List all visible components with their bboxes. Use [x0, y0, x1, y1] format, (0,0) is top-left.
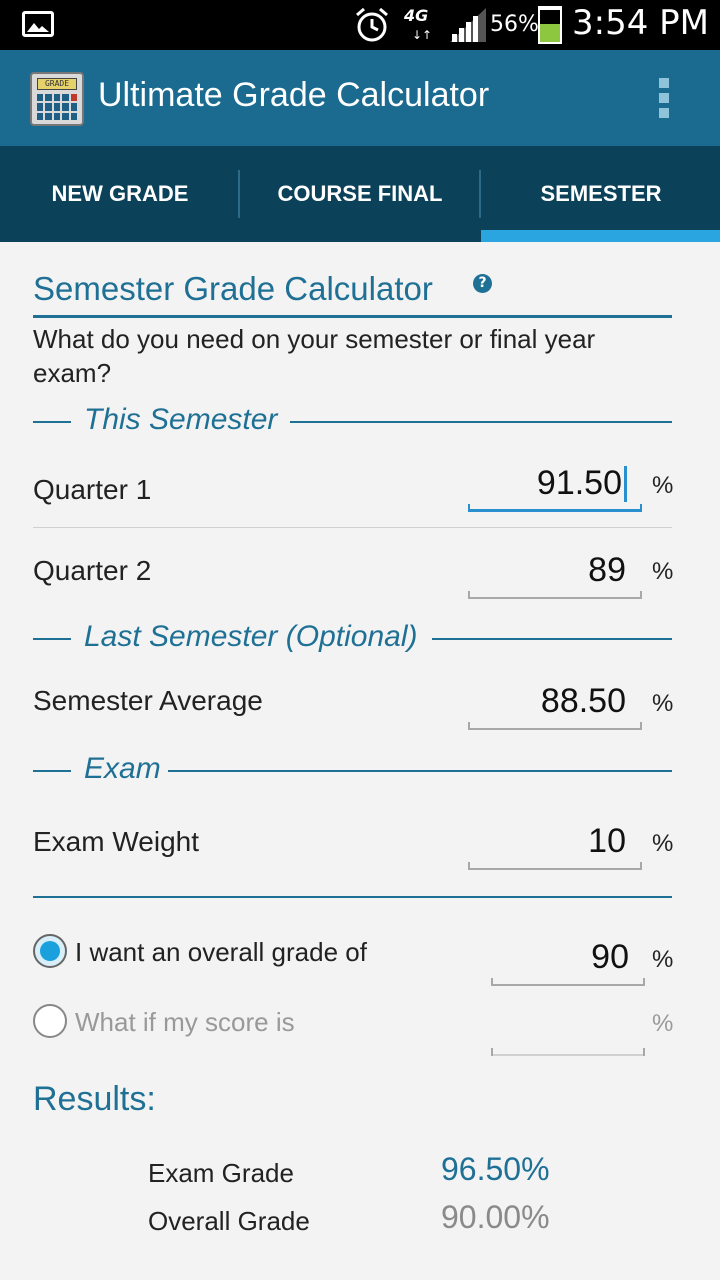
- network-type-label: 4G: [404, 6, 429, 25]
- tab-new-grade[interactable]: NEW GRADE: [0, 146, 240, 242]
- image-icon: [22, 11, 54, 37]
- exam-weight-input[interactable]: 10: [468, 822, 642, 870]
- section-rule: [168, 770, 672, 772]
- app-bar: GRADE Ultimate Grade Calculator: [0, 50, 720, 146]
- overall-grade-input[interactable]: 90: [491, 938, 645, 986]
- battery-percent: 56%: [490, 12, 539, 37]
- quarter1-label: Quarter 1: [33, 474, 152, 505]
- section-exam: Exam: [84, 752, 161, 785]
- semester-average-unit: %: [652, 690, 674, 717]
- title-divider: [33, 315, 672, 318]
- signal-icon: [450, 8, 486, 42]
- exam-grade-label: Exam Grade: [148, 1158, 294, 1188]
- quarter2-value: 89: [588, 551, 626, 589]
- quarter2-unit: %: [652, 558, 674, 585]
- section-rule: [33, 638, 71, 640]
- alarm-icon: [356, 7, 388, 42]
- overall-grade-result-value: 90.00%: [441, 1199, 550, 1235]
- tab-selected-indicator: [481, 230, 720, 242]
- battery-icon: [538, 6, 562, 44]
- semester-average-value: 88.50: [540, 682, 626, 720]
- overflow-menu-icon[interactable]: [654, 78, 674, 122]
- section-this-semester: This Semester: [84, 403, 278, 436]
- what-if-radio[interactable]: [33, 1004, 67, 1038]
- semester-average-input[interactable]: 88.50: [468, 682, 642, 730]
- options-divider: [33, 896, 672, 898]
- section-rule: [290, 421, 672, 423]
- tab-bar: NEW GRADE COURSE FINAL SEMESTER: [0, 146, 720, 242]
- quarter1-input[interactable]: 91.50: [468, 464, 642, 512]
- calculator-app-icon[interactable]: GRADE: [30, 72, 84, 126]
- data-arrows-icon: ↓↑: [412, 28, 433, 42]
- what-if-unit: %: [652, 1010, 674, 1037]
- quarter1-value: 91.50: [536, 464, 622, 502]
- description-text: What do you need on your semester or fin…: [33, 324, 596, 388]
- overall-grade-label[interactable]: I want an overall grade of: [75, 937, 367, 968]
- overall-grade-unit: %: [652, 946, 674, 973]
- status-bar: 4G ↓↑ 56% 3:54 PM: [0, 0, 720, 50]
- what-if-label[interactable]: What if my score is: [75, 1007, 295, 1038]
- page-title: Semester Grade Calculator: [33, 270, 433, 307]
- section-rule: [432, 638, 672, 640]
- text-cursor: [624, 466, 627, 502]
- help-icon[interactable]: ?: [473, 274, 492, 293]
- exam-grade-value: 96.50%: [441, 1151, 550, 1187]
- app-title: Ultimate Grade Calculator: [98, 76, 490, 114]
- what-if-input[interactable]: [491, 1008, 645, 1056]
- tab-semester[interactable]: SEMESTER: [481, 146, 720, 242]
- overall-grade-value: 90: [591, 938, 629, 976]
- section-last-semester: Last Semester (Optional): [84, 620, 418, 653]
- quarter2-label: Quarter 2: [33, 555, 152, 586]
- tab-course-final[interactable]: COURSE FINAL: [240, 146, 480, 242]
- quarter1-unit: %: [652, 472, 674, 499]
- quarter2-input[interactable]: 89: [468, 551, 642, 599]
- section-rule: [33, 770, 71, 772]
- overall-grade-result-label: Overall Grade: [148, 1206, 310, 1236]
- row-divider: [33, 527, 672, 528]
- results-heading: Results:: [33, 1080, 156, 1118]
- overall-grade-radio[interactable]: [33, 934, 67, 968]
- clock: 3:54 PM: [572, 3, 709, 43]
- exam-weight-unit: %: [652, 830, 674, 857]
- semester-average-label: Semester Average: [33, 685, 263, 716]
- app-icon-screen: GRADE: [37, 78, 77, 90]
- exam-weight-value: 10: [588, 822, 626, 860]
- exam-weight-label: Exam Weight: [33, 826, 199, 857]
- section-rule: [33, 421, 71, 423]
